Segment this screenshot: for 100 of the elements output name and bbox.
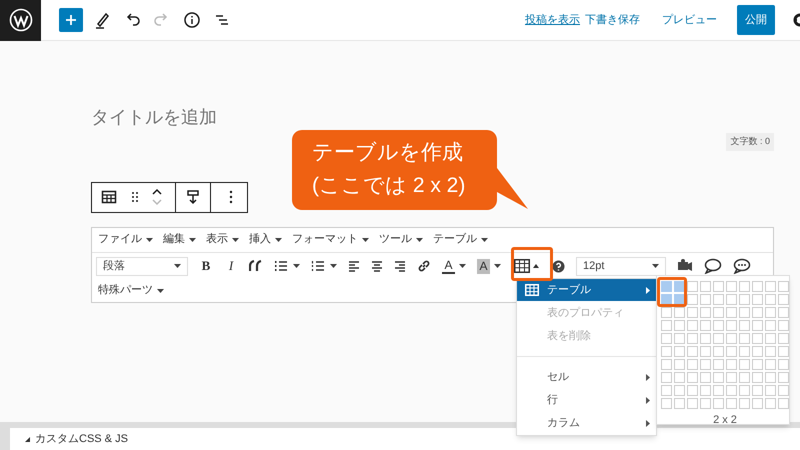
caret-icon[interactable]	[189, 238, 196, 242]
menu-item[interactable]: 行	[517, 389, 656, 411]
background-color-button[interactable]: A	[477, 258, 490, 274]
grid-cell[interactable]	[674, 320, 685, 331]
special-parts-menu[interactable]: 特殊パーツ	[98, 282, 164, 299]
comment-icon[interactable]	[704, 258, 722, 274]
grid-cell[interactable]	[739, 307, 750, 318]
grid-cell[interactable]	[726, 320, 737, 331]
grid-cell[interactable]	[739, 385, 750, 396]
grid-cell[interactable]	[674, 307, 685, 318]
grid-cell[interactable]	[765, 333, 776, 344]
preview-button[interactable]: プレビュー	[662, 12, 717, 28]
grid-cell[interactable]	[778, 320, 789, 331]
grid-cell[interactable]	[752, 398, 763, 409]
grid-cell[interactable]	[739, 359, 750, 370]
caret-icon[interactable]	[146, 238, 153, 242]
grid-cell[interactable]	[739, 398, 750, 409]
grid-cell[interactable]	[700, 333, 711, 344]
grid-cell[interactable]	[726, 398, 737, 409]
text-color-button[interactable]: A	[442, 258, 455, 274]
help-icon[interactable]	[552, 260, 565, 272]
grid-cell[interactable]	[687, 372, 698, 383]
menu-item[interactable]: 表示	[206, 231, 239, 248]
grid-cell[interactable]	[700, 359, 711, 370]
publish-button[interactable]: 公開	[737, 5, 775, 35]
grid-cell[interactable]	[752, 294, 763, 305]
grid-cell[interactable]	[661, 333, 672, 344]
grid-cell[interactable]	[739, 320, 750, 331]
grid-cell[interactable]	[661, 307, 672, 318]
grid-cell[interactable]	[687, 333, 698, 344]
numbered-list-icon[interactable]	[311, 260, 325, 272]
grid-cell[interactable]	[700, 307, 711, 318]
grid-cell[interactable]	[752, 281, 763, 292]
grid-cell[interactable]	[700, 372, 711, 383]
comment-dots-icon[interactable]	[733, 258, 751, 274]
caret-icon[interactable]	[494, 264, 501, 268]
grid-cell[interactable]	[765, 359, 776, 370]
caret-icon[interactable]	[416, 238, 423, 242]
drag-handle-icon[interactable]	[131, 191, 139, 203]
grid-cell[interactable]	[713, 385, 724, 396]
grid-cell[interactable]	[726, 385, 737, 396]
grid-cell[interactable]	[661, 398, 672, 409]
grid-cell[interactable]	[778, 333, 789, 344]
menu-item[interactable]: フォーマット	[292, 231, 369, 248]
menu-item[interactable]: テーブル	[433, 231, 488, 248]
caret-icon[interactable]	[652, 264, 659, 268]
grid-cell[interactable]	[713, 320, 724, 331]
table-block-icon[interactable]	[101, 190, 117, 204]
grid-cell[interactable]	[752, 307, 763, 318]
align-icon[interactable]	[186, 189, 200, 205]
menu-item[interactable]: ファイル	[98, 231, 153, 248]
align-right-icon[interactable]	[394, 260, 406, 272]
grid-cell[interactable]	[726, 294, 737, 305]
caret-icon[interactable]	[330, 264, 337, 268]
grid-cell[interactable]	[687, 281, 698, 292]
grid-cell[interactable]	[726, 307, 737, 318]
grid-cell[interactable]	[661, 385, 672, 396]
grid-cell[interactable]	[778, 307, 789, 318]
menu-item[interactable]: テーブル	[517, 279, 656, 301]
grid-cell[interactable]	[700, 281, 711, 292]
grid-cell[interactable]	[700, 398, 711, 409]
align-center-icon[interactable]	[371, 260, 383, 272]
grid-cell[interactable]	[661, 294, 672, 305]
grid-cell[interactable]	[752, 385, 763, 396]
grid-cell[interactable]	[765, 385, 776, 396]
grid-cell[interactable]	[713, 333, 724, 344]
grid-cell[interactable]	[713, 372, 724, 383]
grid-cell[interactable]	[752, 346, 763, 357]
grid-cell[interactable]	[739, 346, 750, 357]
grid-cell[interactable]	[713, 307, 724, 318]
grid-cell[interactable]	[700, 385, 711, 396]
grid-cell[interactable]	[661, 372, 672, 383]
grid-cell[interactable]	[765, 346, 776, 357]
grid-cell[interactable]	[713, 281, 724, 292]
panel-title[interactable]: カスタムCSS & JS	[35, 430, 128, 448]
grid-cell[interactable]	[674, 346, 685, 357]
grid-cell[interactable]	[739, 294, 750, 305]
menu-item[interactable]: カラム	[517, 412, 656, 434]
grid-cell[interactable]	[661, 320, 672, 331]
grid-cell[interactable]	[765, 281, 776, 292]
caret-icon[interactable]	[232, 238, 239, 242]
grid-cell[interactable]	[726, 372, 737, 383]
title-placeholder[interactable]: タイトルを追加	[91, 104, 774, 130]
grid-cell[interactable]	[661, 346, 672, 357]
link-icon[interactable]	[417, 259, 431, 273]
grid-cell[interactable]	[726, 333, 737, 344]
grid-cell[interactable]	[661, 359, 672, 370]
grid-cell[interactable]	[674, 281, 685, 292]
grid-cell[interactable]	[752, 372, 763, 383]
grid-cell[interactable]	[739, 281, 750, 292]
save-draft-button[interactable]: 下書き保存	[585, 12, 640, 28]
bold-button[interactable]: B	[199, 256, 213, 276]
grid-cell[interactable]	[687, 294, 698, 305]
grid-cell[interactable]	[687, 307, 698, 318]
menu-item[interactable]: 挿入	[249, 231, 282, 248]
caret-icon[interactable]	[459, 264, 466, 268]
grid-cell[interactable]	[739, 372, 750, 383]
grid-cell[interactable]	[765, 320, 776, 331]
more-icon[interactable]	[229, 190, 233, 204]
grid-cell[interactable]	[674, 333, 685, 344]
